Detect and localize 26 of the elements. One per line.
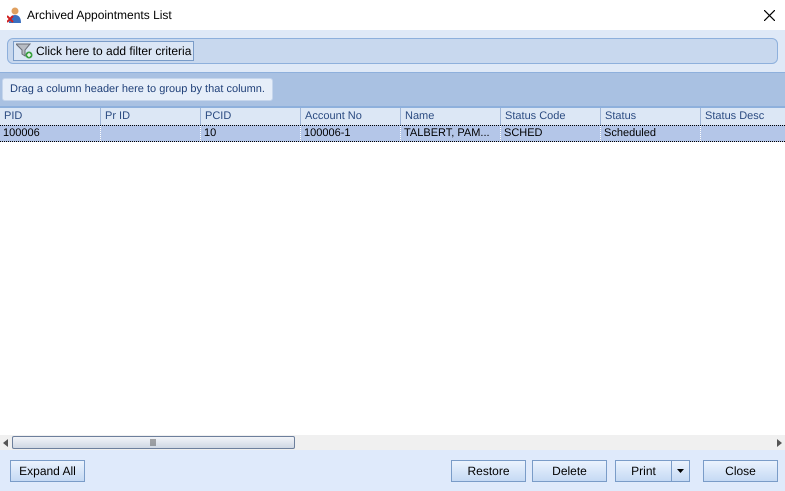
print-button[interactable]: Print bbox=[615, 460, 672, 482]
table-cell: Scheduled bbox=[600, 126, 700, 141]
left-arrow-icon[interactable] bbox=[3, 438, 8, 446]
column-header[interactable]: PID bbox=[0, 108, 100, 125]
table-cell: 10 bbox=[200, 126, 300, 141]
group-by-hint: Drag a column header here to group by that column. bbox=[2, 78, 273, 101]
action-button[interactable]: Restore bbox=[451, 460, 526, 482]
caret-icon bbox=[677, 468, 684, 472]
funnel-plus-icon bbox=[16, 43, 34, 59]
expand-all-button[interactable]: Expand All bbox=[10, 460, 85, 482]
table-cell: TALBERT, PAM... bbox=[400, 126, 500, 141]
close-icon[interactable] bbox=[764, 10, 775, 20]
scrollbar-thumb[interactable] bbox=[12, 436, 295, 449]
action-button[interactable]: Delete bbox=[532, 460, 607, 482]
table-cell: 100006-1 bbox=[300, 126, 400, 141]
window-title: Archived Appointments List bbox=[27, 7, 172, 24]
horizontal-scrollbar[interactable] bbox=[0, 435, 785, 450]
table-cell-text: 100006 bbox=[2, 126, 41, 141]
action-button[interactable]: Close bbox=[703, 460, 778, 482]
grip-icon bbox=[150, 439, 157, 446]
table-row[interactable]: 100006 10 100006-1 TALBERT, PAM... SCHED Scheduled bbox=[0, 125, 785, 142]
filter-button[interactable]: Click here to add filter criteria bbox=[13, 41, 194, 61]
table-cell: SCHED bbox=[500, 126, 600, 141]
person-icon bbox=[7, 7, 21, 23]
print-dropdown-button[interactable] bbox=[672, 460, 690, 482]
right-arrow-icon[interactable] bbox=[777, 438, 782, 446]
